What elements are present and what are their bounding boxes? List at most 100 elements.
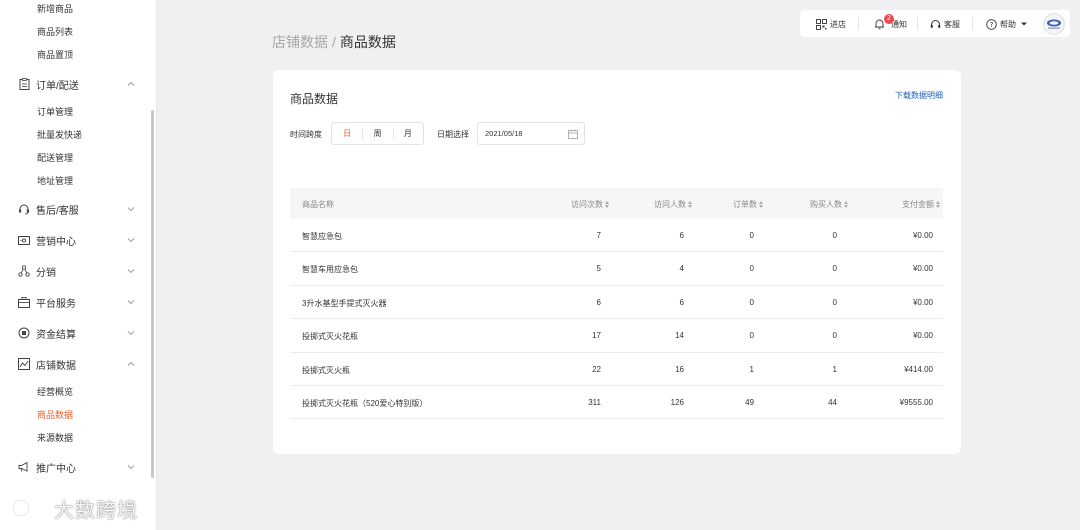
- download-details-link[interactable]: 下载数据明细: [895, 90, 943, 101]
- sidebar-item-product-data[interactable]: 商品数据: [37, 408, 73, 421]
- cell-orders: 0: [749, 264, 754, 274]
- help-button[interactable]: ? 帮助: [986, 16, 1031, 32]
- breadcrumb-separator: /: [332, 34, 336, 50]
- sidebar-item-address-manage[interactable]: 地址管理: [37, 174, 73, 187]
- sidebar-group-distribution[interactable]: 分销: [18, 263, 136, 279]
- chevron-up-icon: [127, 81, 135, 86]
- qrcode-icon: [816, 18, 827, 30]
- cell-visitors: 6: [679, 231, 684, 240]
- brand-logo-icon: [1047, 19, 1061, 29]
- cell-payment: ¥9555.00: [899, 397, 933, 407]
- time-option-month[interactable]: 月: [392, 128, 423, 139]
- sidebar-item-product-list[interactable]: 商品列表: [37, 25, 73, 38]
- service-button[interactable]: 客服: [930, 16, 960, 32]
- cell-visitors: 4: [679, 264, 684, 274]
- chevron-down-icon: [127, 269, 135, 274]
- sidebar-group-label: 平台服务: [36, 298, 76, 310]
- product-data-card: 商品数据 下载数据明细 时间跨度 日 周 月 日期选择 2021/05/18 商…: [273, 70, 961, 454]
- briefcase-icon: [18, 296, 30, 308]
- column-header-orders[interactable]: 订单数: [733, 199, 763, 210]
- column-header-visitors[interactable]: 访问人数: [654, 199, 692, 210]
- sort-icon[interactable]: [688, 201, 692, 208]
- cell-visits: 22: [592, 364, 601, 374]
- sidebar-item-order-manage[interactable]: 订单管理: [37, 105, 73, 118]
- sidebar-group-label: 分销: [36, 267, 56, 279]
- cell-orders: 0: [749, 331, 754, 341]
- sidebar-item-product-pin[interactable]: 商品置顶: [37, 48, 73, 61]
- breadcrumb-parent[interactable]: 店铺数据: [272, 34, 328, 50]
- chevron-up-icon: [127, 361, 135, 366]
- chevron-down-icon: [127, 238, 135, 243]
- sort-icon[interactable]: [605, 201, 609, 208]
- network-icon: [18, 265, 30, 277]
- help-label: 帮助: [1000, 19, 1016, 29]
- sidebar-group-label: 店铺数据: [36, 360, 76, 372]
- date-picker[interactable]: 2021/05/18: [477, 122, 585, 145]
- ticket-icon: [18, 234, 30, 246]
- cell-payment: ¥0.00: [912, 297, 933, 307]
- sidebar-item-batch-express[interactable]: 批量发快递: [37, 128, 82, 141]
- sidebar-group-aftersales[interactable]: 售后/客服: [18, 201, 136, 217]
- column-header-buyers[interactable]: 购买人数: [810, 199, 848, 210]
- sidebar-group-label: 售后/客服: [36, 205, 79, 217]
- sort-icon[interactable]: [936, 201, 940, 208]
- column-header-visits[interactable]: 访问次数: [571, 199, 609, 210]
- sidebar-group-settlement[interactable]: 资金结算: [18, 325, 136, 341]
- sidebar-group-platform-service[interactable]: 平台服务: [18, 294, 136, 310]
- sort-icon[interactable]: [844, 201, 848, 208]
- date-select-label: 日期选择: [437, 130, 469, 139]
- notice-badge: 2: [884, 14, 894, 24]
- cell-product-name: 智慧车用应急包: [302, 265, 358, 275]
- cell-orders: 0: [749, 231, 754, 240]
- sidebar-group-marketing[interactable]: 营销中心: [18, 232, 136, 248]
- sidebar-group-store-data[interactable]: 店铺数据: [18, 356, 136, 372]
- cell-buyers: 0: [832, 297, 837, 307]
- time-option-day[interactable]: 日: [332, 128, 362, 139]
- table-row: 智慧车用应急包 5 4 0 0 ¥0.00: [290, 252, 943, 286]
- table-row: 3升水基型手提式灭火器 6 6 0 0 ¥0.00: [290, 286, 943, 320]
- calendar-icon: [568, 129, 578, 139]
- chevron-down-icon: [127, 207, 135, 212]
- sidebar-item-business-overview[interactable]: 经营概览: [37, 385, 73, 398]
- sidebar-group-orders[interactable]: 订单/配送: [18, 76, 136, 92]
- svg-text:?: ?: [990, 21, 994, 29]
- cell-visits: 7: [596, 231, 601, 240]
- chart-icon: [18, 358, 30, 370]
- sidebar-item-delivery-manage[interactable]: 配送管理: [37, 151, 73, 164]
- chevron-down-icon: [127, 331, 135, 336]
- headset-icon: [930, 19, 941, 28]
- watermark-logo-icon: [11, 498, 43, 518]
- table-header: 商品名称 访问次数 访问人数 订单数 购买人数 支付金额: [290, 188, 943, 219]
- divider: [972, 17, 973, 30]
- cell-buyers: 0: [832, 264, 837, 274]
- sidebar-scrollbar[interactable]: [151, 110, 154, 478]
- chevron-down-icon: [127, 300, 135, 305]
- sidebar-item-new-product[interactable]: 新增商品: [37, 2, 73, 15]
- store-button[interactable]: 进店: [816, 16, 846, 32]
- sort-icon[interactable]: [759, 201, 763, 208]
- card-title: 商品数据: [290, 92, 339, 106]
- cell-payment: ¥414.00: [904, 364, 933, 374]
- megaphone-icon: [18, 461, 30, 473]
- cell-orders: 1: [749, 364, 754, 374]
- avatar[interactable]: [1043, 13, 1065, 35]
- notice-button[interactable]: 2 通知: [874, 14, 907, 32]
- date-value: 2021/05/18: [485, 129, 523, 138]
- sidebar-item-source-data[interactable]: 来源数据: [37, 431, 73, 444]
- column-header-payment[interactable]: 支付金额: [902, 199, 940, 210]
- sidebar-group-label: 订单/配送: [36, 80, 79, 92]
- cell-buyers: 44: [828, 397, 837, 407]
- cell-visitors: 126: [670, 397, 684, 407]
- breadcrumb: 店铺数据 / 商品数据: [272, 32, 396, 52]
- table-row: 投掷式灭火花瓶 17 14 0 0 ¥0.00: [290, 319, 943, 353]
- cell-product-name: 3升水基型手提式灭火器: [302, 298, 387, 308]
- watermark: 大数跨境: [10, 492, 138, 524]
- table-row: 智慧应急包 7 6 0 0 ¥0.00: [290, 219, 943, 253]
- cell-orders: 0: [749, 297, 754, 307]
- sidebar-group-promotion[interactable]: 推广中心: [18, 459, 136, 475]
- cell-visitors: 16: [675, 364, 684, 374]
- time-option-week[interactable]: 周: [362, 128, 392, 139]
- service-label: 客服: [944, 19, 960, 29]
- cell-buyers: 0: [832, 331, 837, 341]
- watermark-text: 大数跨境: [54, 499, 138, 522]
